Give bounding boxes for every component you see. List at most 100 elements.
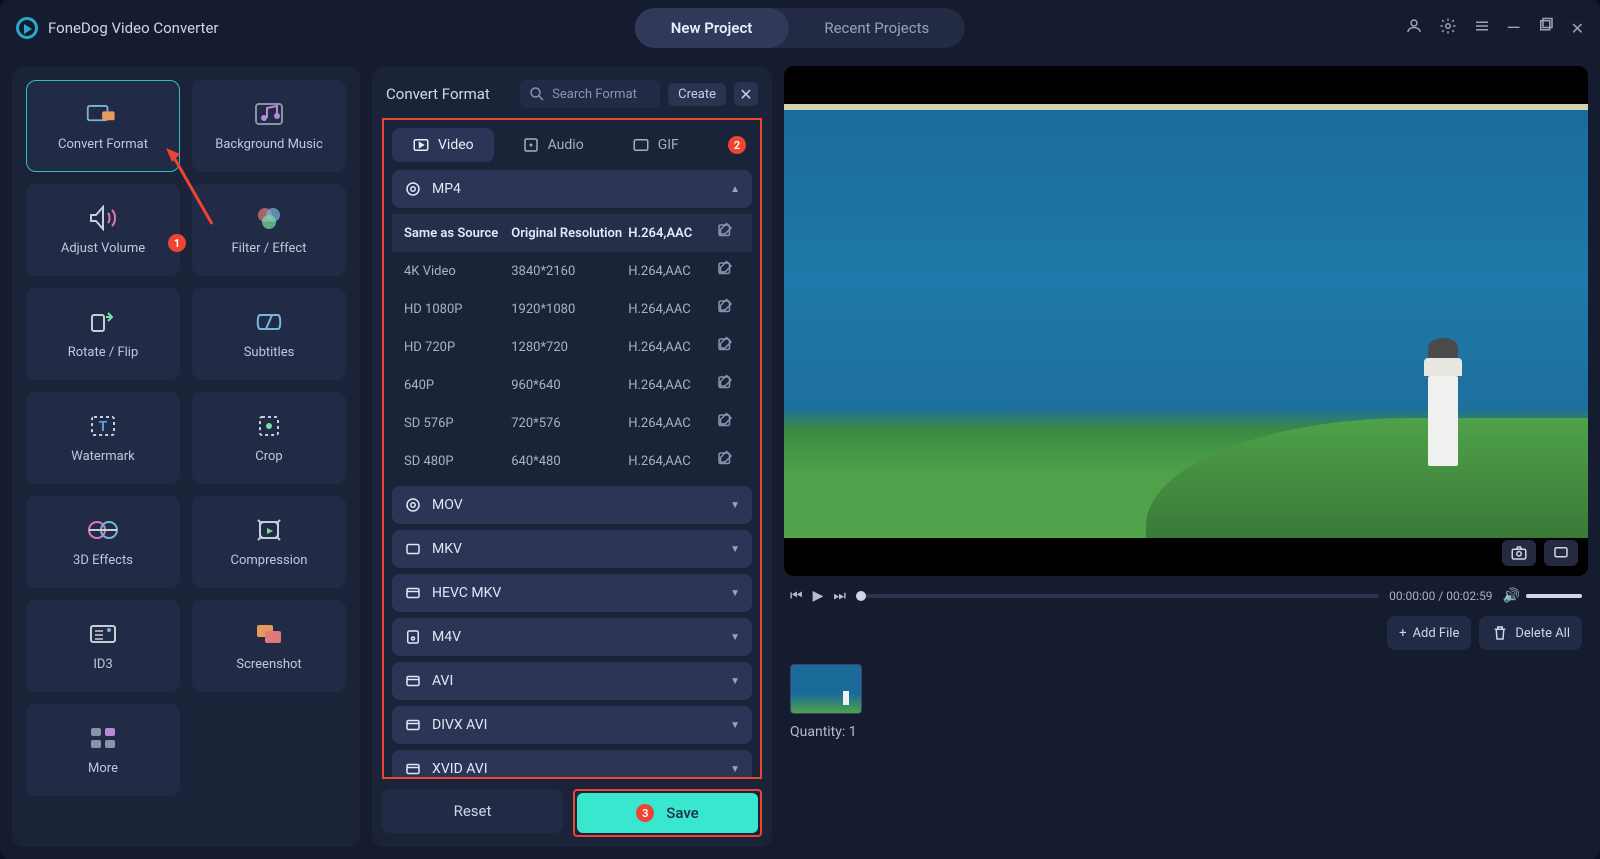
format-icon <box>404 540 422 558</box>
table-row[interactable]: 4K Video3840*2160H.264,AAC <box>392 252 752 290</box>
add-file-button[interactable]: + Add File <box>1387 616 1471 650</box>
play-button[interactable]: ▶ <box>813 588 824 604</box>
annotation-badge-2: 2 <box>728 136 746 154</box>
time-display: 00:00:00 / 00:02:59 <box>1389 589 1492 603</box>
format-label: MP4 <box>432 181 461 197</box>
tile-label: Adjust Volume <box>61 241 145 256</box>
table-row[interactable]: 640P960*640H.264,AAC <box>392 366 752 404</box>
table-row[interactable]: SD 480P640*480H.264,AAC <box>392 442 752 480</box>
camera-icon <box>1510 544 1528 562</box>
edit-icon[interactable] <box>716 298 740 320</box>
tab-recent-projects[interactable]: Recent Projects <box>788 8 965 48</box>
tile-label: 3D Effects <box>73 553 133 568</box>
chevron-up-icon: ▲ <box>730 184 740 195</box>
edit-icon[interactable] <box>716 336 740 358</box>
format-head-mkv[interactable]: MKV▼ <box>392 530 752 568</box>
tab-new-project[interactable]: New Project <box>635 8 789 48</box>
format-head-avi[interactable]: AVI▼ <box>392 662 752 700</box>
chevron-down-icon: ▼ <box>730 500 740 511</box>
edit-icon[interactable] <box>716 374 740 396</box>
edit-icon[interactable] <box>716 222 740 244</box>
sidebar-item-adjust-volume[interactable]: Adjust Volume 1 <box>26 184 180 276</box>
watermark-icon: T <box>86 413 120 439</box>
menu-icon[interactable] <box>1473 17 1491 39</box>
minimize-icon[interactable]: — <box>1507 18 1521 39</box>
delete-all-button[interactable]: Delete All <box>1479 616 1582 650</box>
gif-icon <box>632 136 650 154</box>
format-tab-gif[interactable]: GIF <box>612 128 699 162</box>
create-button[interactable]: Create <box>668 83 726 106</box>
sidebar-item-3d-effects[interactable]: 3D Effects <box>26 496 180 588</box>
table-row[interactable]: HD 1080P1920*1080H.264,AAC <box>392 290 752 328</box>
volume-icon[interactable]: 🔊 <box>1503 588 1520 604</box>
video-preview[interactable] <box>784 66 1588 576</box>
player-controls: ⏮ ▶ ⏭ 00:00:00 / 00:02:59 🔊 <box>784 584 1588 608</box>
format-head-divx-avi[interactable]: DIVX AVI▼ <box>392 706 752 744</box>
snapshot-button[interactable] <box>1502 540 1536 566</box>
tile-label: Rotate / Flip <box>68 345 139 360</box>
filter-icon <box>252 205 286 231</box>
chevron-down-icon: ▼ <box>730 588 740 599</box>
save-button[interactable]: 3 Save <box>577 793 758 833</box>
maximize-icon[interactable] <box>1537 17 1555 39</box>
format-head-xvid-avi[interactable]: XVID AVI▼ <box>392 750 752 777</box>
close-icon[interactable]: ✕ <box>1571 19 1584 38</box>
format-head-mov[interactable]: MOV▼ <box>392 486 752 524</box>
video-icon <box>412 136 430 154</box>
file-thumbnail[interactable] <box>790 664 862 714</box>
music-icon <box>252 101 286 127</box>
prev-button[interactable]: ⏮ <box>790 588 803 604</box>
3d-icon <box>86 517 120 543</box>
format-head-m4v[interactable]: M4V▼ <box>392 618 752 656</box>
reset-button[interactable]: Reset <box>382 789 563 833</box>
sidebar-item-more[interactable]: More <box>26 704 180 796</box>
close-panel-button[interactable]: ✕ <box>734 82 758 106</box>
settings-icon[interactable] <box>1439 17 1457 39</box>
app-logo-icon <box>16 17 38 39</box>
progress-bar[interactable] <box>856 594 1379 598</box>
sidebar-item-filter-effect[interactable]: Filter / Effect <box>192 184 346 276</box>
sidebar-item-subtitles[interactable]: Subtitles <box>192 288 346 380</box>
tile-label: Compression <box>231 553 308 568</box>
search-placeholder: Search Format <box>552 87 637 102</box>
sidebar-item-watermark[interactable]: T Watermark <box>26 392 180 484</box>
cell-codec: H.264,AAC <box>628 226 716 241</box>
format-head-hevc-mkv[interactable]: HEVC MKV▼ <box>392 574 752 612</box>
format-list[interactable]: MP4 ▲ Same as Source Original Resolution… <box>384 170 760 777</box>
account-icon[interactable] <box>1405 17 1423 39</box>
fullscreen-icon <box>1552 544 1570 562</box>
table-row[interactable]: HD 720P1280*720H.264,AAC <box>392 328 752 366</box>
preview-panel: ⏮ ▶ ⏭ 00:00:00 / 00:02:59 🔊 + Add File D… <box>784 66 1588 847</box>
format-tab-audio[interactable]: Audio <box>502 128 604 162</box>
format-icon <box>404 672 422 690</box>
edit-icon[interactable] <box>716 412 740 434</box>
format-icon <box>404 760 422 777</box>
screenshot-icon <box>252 621 286 647</box>
next-button[interactable]: ⏭ <box>833 588 846 604</box>
table-row[interactable]: SD 576P720*576H.264,AAC <box>392 404 752 442</box>
sidebar-item-screenshot[interactable]: Screenshot <box>192 600 346 692</box>
edit-icon[interactable] <box>716 260 740 282</box>
volume-slider[interactable] <box>1526 594 1582 598</box>
sidebar-item-convert-format[interactable]: Convert Format <box>26 80 180 172</box>
edit-icon[interactable] <box>716 450 740 472</box>
format-panel: Convert Format Search Format Create ✕ Vi… <box>372 66 772 847</box>
format-head-mp4[interactable]: MP4 ▲ <box>392 170 752 208</box>
search-input[interactable]: Search Format <box>520 80 660 108</box>
sidebar-item-id3[interactable]: ID3 <box>26 600 180 692</box>
sidebar-item-compression[interactable]: Compression <box>192 496 346 588</box>
fullscreen-button[interactable] <box>1544 540 1578 566</box>
cell-res: Original Resolution <box>511 226 628 241</box>
sidebar-item-crop[interactable]: Crop <box>192 392 346 484</box>
sidebar-item-background-music[interactable]: Background Music <box>192 80 346 172</box>
id3-icon <box>86 621 120 647</box>
table-row[interactable]: Same as Source Original Resolution H.264… <box>392 214 752 252</box>
format-tab-video[interactable]: Video <box>392 128 494 162</box>
tile-label: Filter / Effect <box>232 241 307 256</box>
tab-label: Audio <box>548 137 584 153</box>
chevron-down-icon: ▼ <box>730 632 740 643</box>
sidebar-item-rotate-flip[interactable]: Rotate / Flip <box>26 288 180 380</box>
annotation-badge-3: 3 <box>636 804 654 822</box>
convert-format-icon <box>86 101 120 127</box>
quantity-label: Quantity: 1 <box>790 724 1582 740</box>
